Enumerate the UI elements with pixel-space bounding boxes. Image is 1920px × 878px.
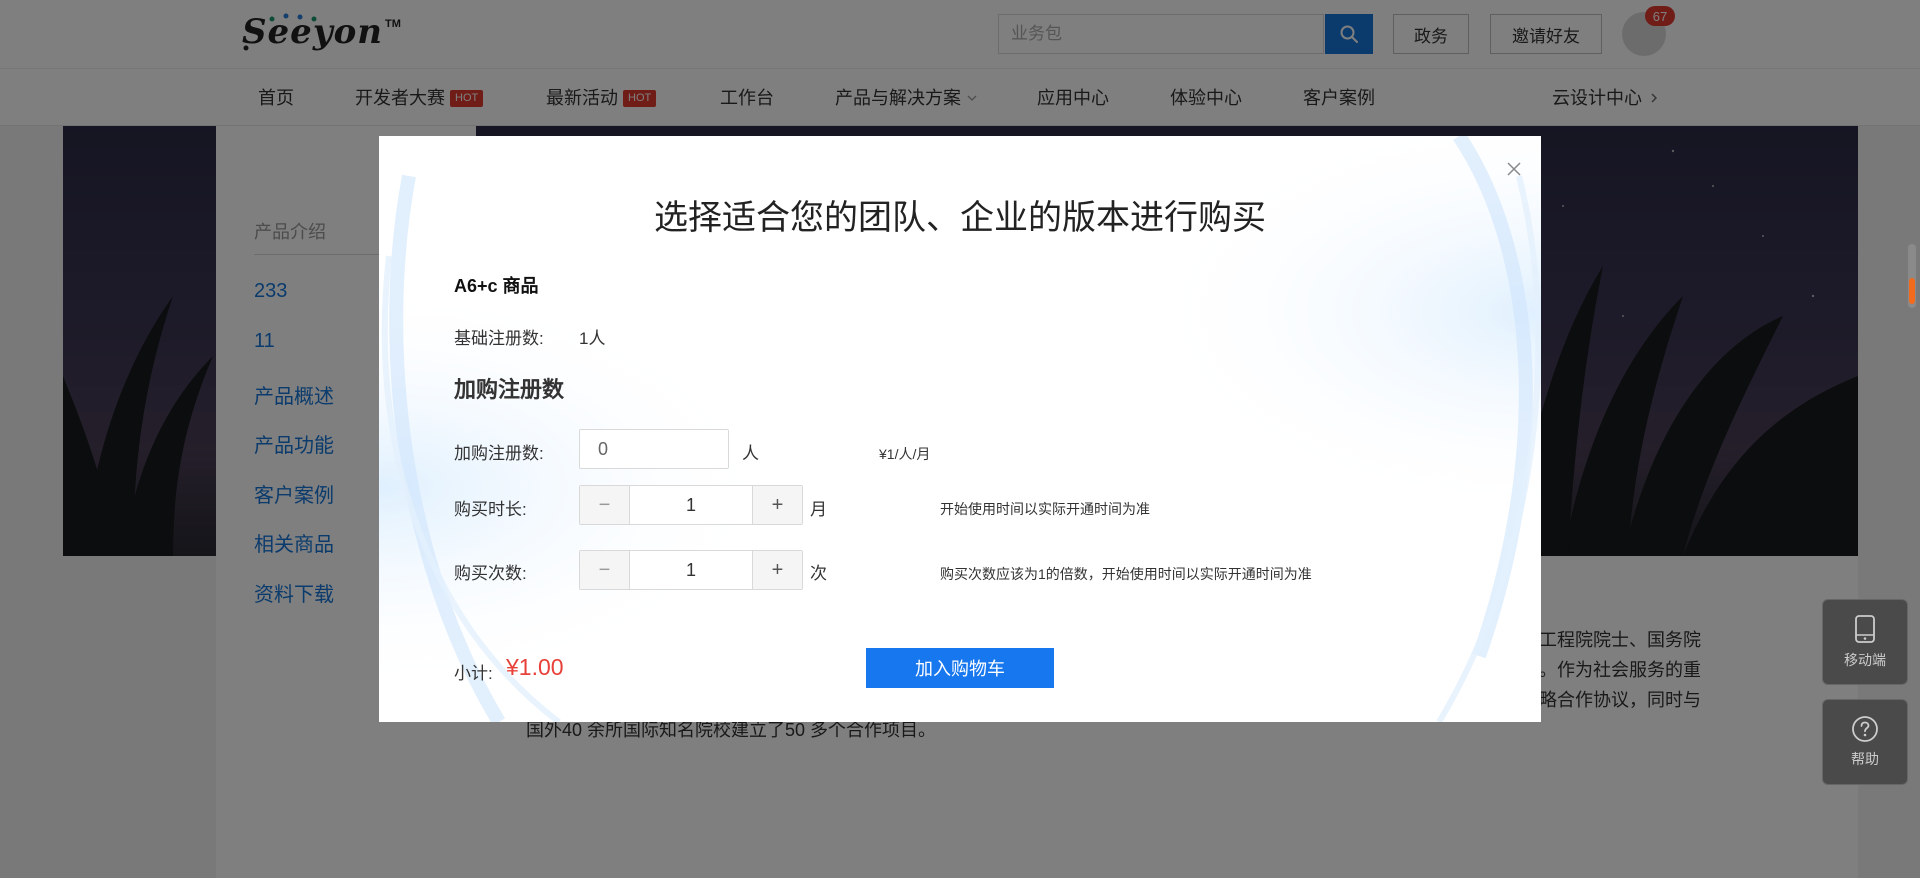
- help-float-label: 帮助: [1851, 751, 1879, 767]
- mobile-phone-icon: [1855, 615, 1875, 643]
- add-registration-unit: 人: [742, 444, 759, 463]
- times-note: 购买次数应该为1的倍数，开始使用时间以实际开通时间为准: [940, 566, 1312, 582]
- modal-title: 选择适合您的团队、企业的版本进行购买: [654, 199, 1266, 237]
- duration-input[interactable]: [630, 494, 752, 516]
- mobile-float-label: 移动端: [1844, 652, 1886, 668]
- duration-stepper: − +: [579, 485, 803, 525]
- close-modal-button[interactable]: [1503, 158, 1525, 180]
- times-unit: 次: [810, 564, 827, 583]
- subtotal-value: ¥1.00: [506, 654, 564, 680]
- close-icon: [1507, 162, 1521, 176]
- add-registration-label: 加购注册数:: [454, 444, 544, 463]
- duration-label: 购买时长:: [454, 500, 527, 519]
- duration-note: 开始使用时间以实际开通时间为准: [940, 501, 1150, 517]
- add-registration-field: [579, 429, 729, 469]
- times-input[interactable]: [630, 559, 752, 581]
- mobile-float-button[interactable]: 移动端: [1822, 599, 1908, 685]
- times-increment-button[interactable]: +: [752, 551, 802, 589]
- section-title: 加购注册数: [454, 377, 565, 402]
- add-registration-input[interactable]: [598, 438, 728, 460]
- duration-unit: 月: [810, 500, 827, 519]
- help-question-icon: [1852, 716, 1878, 742]
- help-float-button[interactable]: 帮助: [1822, 699, 1908, 785]
- times-stepper: − +: [579, 550, 803, 590]
- times-label: 购买次数:: [454, 564, 527, 583]
- base-registration-label: 基础注册数:: [454, 329, 544, 348]
- duration-decrement-button[interactable]: −: [580, 486, 630, 524]
- price-note: ¥1/人/月: [879, 446, 931, 462]
- subtotal-label: 小计:: [454, 664, 493, 683]
- times-decrement-button[interactable]: −: [580, 551, 630, 589]
- base-registration-value: 1人: [579, 329, 606, 348]
- product-name: A6+c 商品: [454, 276, 539, 296]
- duration-increment-button[interactable]: +: [752, 486, 802, 524]
- purchase-modal: 选择适合您的团队、企业的版本进行购买 A6+c 商品 基础注册数: 1人 加购注…: [379, 136, 1541, 722]
- page-scrollbar[interactable]: [1908, 244, 1916, 308]
- add-to-cart-button[interactable]: 加入购物车: [866, 648, 1054, 688]
